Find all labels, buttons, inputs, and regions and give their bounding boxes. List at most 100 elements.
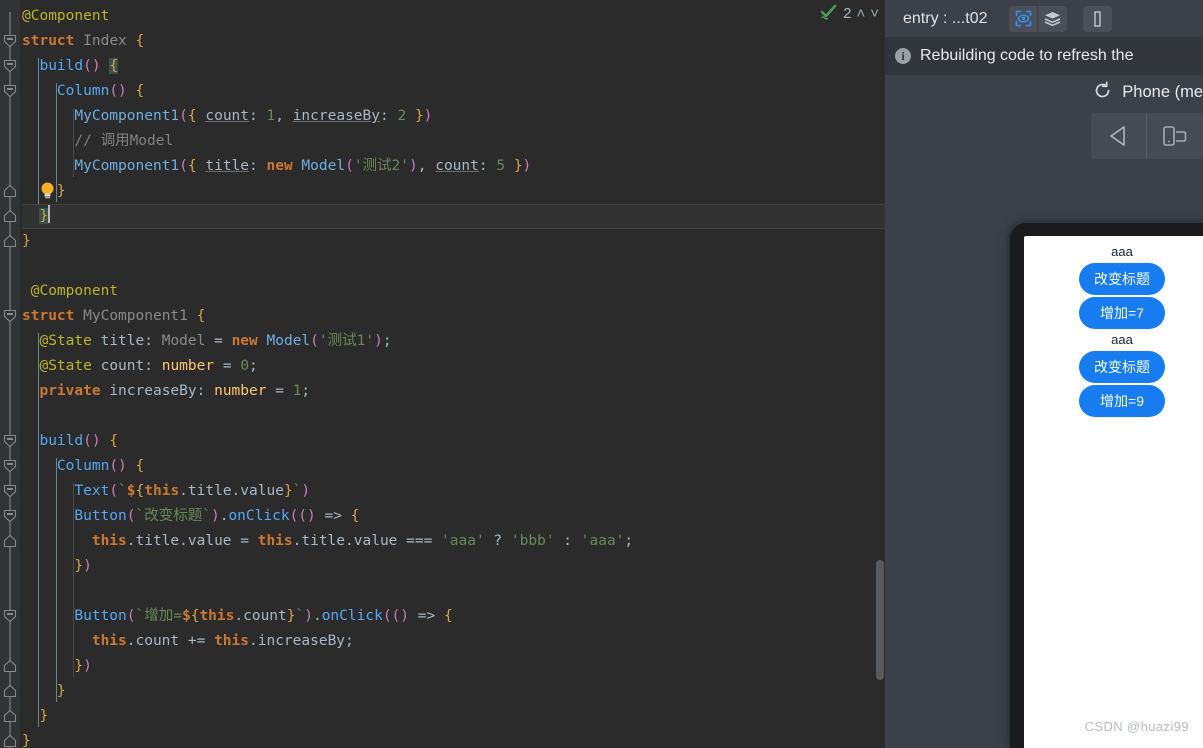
code-line[interactable]: } [22, 204, 51, 229]
fold-expand-icon[interactable] [3, 459, 17, 473]
intention-bulb-icon[interactable] [40, 182, 55, 199]
code-line[interactable]: Text(`${this.title.value}`) [22, 479, 310, 504]
code-line[interactable]: struct MyComponent1 { [22, 304, 205, 329]
code-token: , [275, 108, 293, 124]
info-icon: i [895, 48, 911, 64]
code-token: ? [484, 533, 511, 549]
next-problem-button[interactable]: ˅ [870, 6, 879, 21]
fold-collapse-icon[interactable] [3, 184, 17, 198]
app-button[interactable]: 增加=7 [1079, 297, 1165, 329]
code-line[interactable]: Column() { [22, 79, 144, 104]
device-screen[interactable]: aaa 改变标题 增加=7 aaa 改变标题 增加=9 [1024, 236, 1203, 748]
code-token: { [135, 83, 145, 99]
code-line[interactable]: Button(`增加=$ {this.count}`).onClick(() =>… [22, 604, 452, 629]
code-token: ) [83, 558, 92, 574]
code-token: Column [56, 458, 110, 474]
inspections-widget[interactable]: 2 ˄ ˅ [819, 4, 879, 23]
watermark: CSDN @huazi99 [1084, 719, 1189, 734]
previewer-nav-group[interactable] [1091, 113, 1203, 159]
code-token: { [109, 58, 119, 74]
code-token: build [39, 433, 84, 449]
code-line[interactable]: } [22, 679, 66, 704]
fold-collapse-icon[interactable] [3, 659, 17, 673]
app-button[interactable]: 改变标题 [1079, 263, 1165, 295]
previewer-extra-buttons[interactable] [1083, 5, 1113, 32]
code-token: Model [266, 333, 311, 349]
previewer-mode-buttons[interactable] [1009, 5, 1068, 32]
device-name-label[interactable]: Phone (me [1122, 83, 1203, 102]
code-token: (( [289, 508, 308, 524]
fold-expand-icon[interactable] [3, 484, 17, 498]
code-line[interactable]: } [22, 229, 31, 254]
code-text-area[interactable]: @Component struct Index { build() { Colum… [22, 0, 885, 748]
code-line[interactable]: Button(`改变标题`).onClick(() => { [22, 504, 359, 529]
code-token: // 调用Model [22, 133, 174, 149]
code-line[interactable]: } [22, 704, 48, 729]
fold-collapse-icon[interactable] [3, 734, 17, 748]
previewer-tab-title[interactable]: entry : ...t02 [903, 10, 987, 28]
code-line[interactable]: Column() { [22, 454, 144, 479]
code-token: { [135, 33, 145, 49]
fold-collapse-icon[interactable] [3, 234, 17, 248]
layers-icon[interactable] [1038, 6, 1067, 32]
code-line[interactable]: @State count: number = 0; [22, 354, 257, 379]
code-line[interactable]: this.count += this.increaseBy; [22, 629, 354, 654]
code-token: { [135, 483, 145, 499]
rotate-device-icon[interactable] [1147, 113, 1203, 159]
fold-expand-icon[interactable] [3, 84, 17, 98]
editor-gutter[interactable] [0, 0, 22, 748]
code-token: .title.value === [292, 533, 442, 549]
code-token: this [91, 633, 127, 649]
code-line[interactable]: // 调用Model [22, 129, 173, 154]
code-token: title [100, 333, 145, 349]
code-token: count [435, 158, 479, 174]
back-triangle-icon[interactable] [1091, 113, 1147, 159]
code-token: } [283, 483, 293, 499]
more-icon[interactable] [1083, 6, 1112, 32]
code-line[interactable]: private increaseBy: number = 1; [22, 379, 310, 404]
fold-collapse-icon[interactable] [3, 684, 17, 698]
editor-vertical-scrollbar[interactable] [876, 560, 884, 680]
fold-expand-icon[interactable] [3, 434, 17, 448]
fold-expand-icon[interactable] [3, 34, 17, 48]
code-token: : [249, 108, 267, 124]
code-line[interactable]: build() { [22, 429, 118, 454]
fold-collapse-icon[interactable] [3, 209, 17, 223]
fold-expand-icon[interactable] [3, 59, 17, 73]
previewer-nav-bar [885, 110, 1203, 162]
previous-problem-button[interactable]: ˄ [856, 6, 865, 21]
code-line[interactable]: build() { [22, 54, 119, 79]
refresh-icon[interactable] [1093, 81, 1112, 105]
code-line[interactable]: @Component [22, 279, 118, 304]
code-token: { [135, 458, 145, 474]
code-token: } [22, 233, 31, 249]
code-token: : [144, 333, 162, 349]
code-token: .title.value = [126, 533, 258, 549]
fold-expand-icon[interactable] [3, 509, 17, 523]
code-line[interactable]: }) [22, 654, 92, 679]
fold-expand-icon[interactable] [3, 609, 17, 623]
fold-collapse-icon[interactable] [3, 709, 17, 723]
fold-expand-icon[interactable] [3, 309, 17, 323]
code-line[interactable]: } [22, 729, 31, 748]
code-line[interactable]: this.title.value = this.title.value === … [22, 529, 633, 554]
code-line[interactable]: }) [22, 554, 92, 579]
code-line[interactable]: @Component [22, 4, 109, 29]
code-line[interactable]: @State title: Model = new Model('测试1'); [22, 329, 391, 354]
code-editor-pane[interactable]: @Component struct Index { build() { Colum… [0, 0, 885, 748]
code-line[interactable]: struct Index { [22, 29, 144, 54]
code-token: ) [83, 658, 92, 674]
code-token: @State [39, 358, 92, 374]
code-token: `改变标题` [135, 508, 211, 524]
fold-collapse-icon[interactable] [3, 534, 17, 548]
code-line[interactable]: MyComponent1({ title: new Model('测试2'), … [22, 154, 531, 179]
app-button[interactable]: 增加=9 [1079, 385, 1165, 417]
preview-eye-icon[interactable] [1009, 5, 1039, 32]
code-line[interactable]: MyComponent1({ count: 1, increaseBy: 2 }… [22, 104, 432, 129]
app-button[interactable]: 改变标题 [1079, 351, 1165, 383]
